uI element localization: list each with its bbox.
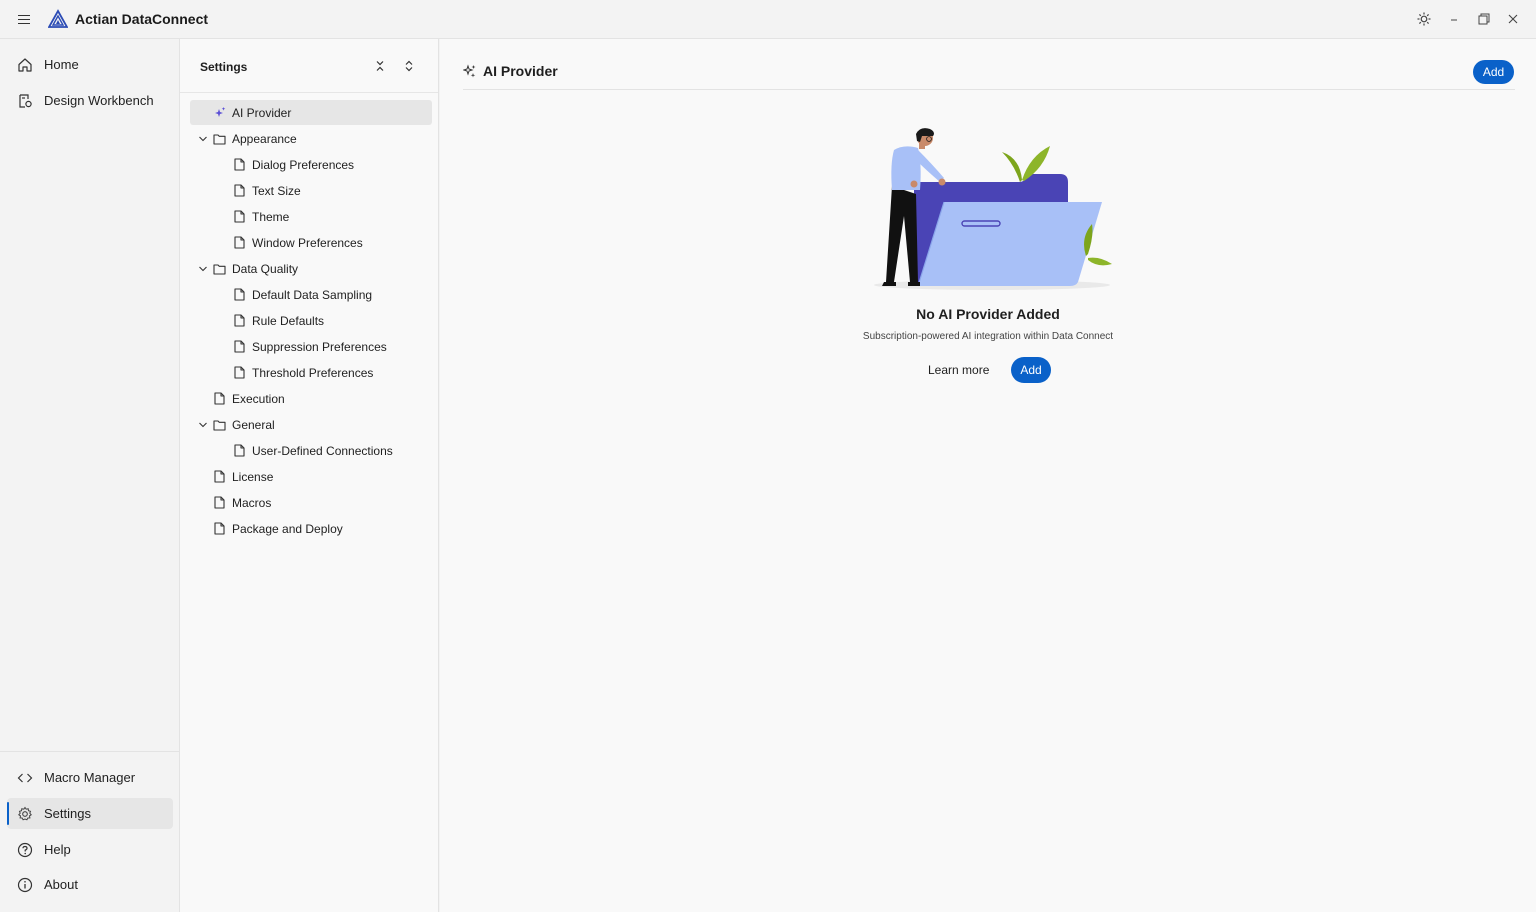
- title-bar: Actian DataConnect: [0, 0, 1536, 39]
- nav-item-label: Home: [44, 57, 79, 72]
- tree-item-label: Package and Deploy: [232, 521, 343, 536]
- sun-icon[interactable]: [1412, 8, 1436, 30]
- file-icon: [212, 496, 226, 510]
- file-icon: [232, 314, 246, 328]
- tree-item-appearance[interactable]: Appearance: [190, 126, 432, 151]
- actian-logo: [48, 9, 68, 28]
- empty-state-subtitle: Subscription-powered AI integration with…: [862, 331, 1114, 342]
- app-title: Actian DataConnect: [75, 11, 209, 27]
- tree-item-label: Data Quality: [232, 261, 299, 276]
- minimize-icon[interactable]: [1442, 8, 1466, 30]
- chevron-down-icon[interactable]: [197, 133, 209, 145]
- learn-more-link[interactable]: Learn more: [928, 363, 989, 377]
- help-icon: [16, 841, 34, 859]
- file-icon: [232, 158, 246, 172]
- file-icon: [232, 210, 246, 224]
- tree-item-user-defined-connections[interactable]: User-Defined Connections: [190, 438, 432, 463]
- chevron-down-icon[interactable]: [197, 419, 209, 431]
- left-navigation: Home Design Workbench Macro Manager Sett…: [0, 39, 180, 912]
- expand-all-icon[interactable]: [401, 58, 417, 74]
- nav-item-label: Macro Manager: [44, 770, 136, 785]
- folder-icon: [212, 262, 226, 276]
- code-icon: [16, 769, 34, 787]
- tree-item-license[interactable]: License: [190, 464, 432, 489]
- tree-item-data-quality[interactable]: Data Quality: [190, 256, 432, 281]
- close-icon[interactable]: [1501, 8, 1525, 30]
- tree-item-label: Rule Defaults: [252, 313, 325, 328]
- tree-item-execution[interactable]: Execution: [190, 386, 432, 411]
- sparkle-icon: [212, 106, 226, 120]
- nav-item-label: Help: [44, 842, 71, 857]
- nav-divider: [0, 751, 180, 752]
- tree-item-text-size[interactable]: Text Size: [190, 178, 432, 203]
- info-icon: [16, 876, 34, 894]
- tree-item-threshold-preferences[interactable]: Threshold Preferences: [190, 360, 432, 385]
- tree-item-macros[interactable]: Macros: [190, 490, 432, 515]
- tree-item-label: Window Preferences: [252, 235, 363, 250]
- nav-item-about[interactable]: About: [7, 869, 173, 900]
- tree-item-label: Execution: [232, 391, 285, 406]
- nav-item-design-workbench[interactable]: Design Workbench: [7, 85, 173, 116]
- tree-item-ai-provider[interactable]: AI Provider: [190, 100, 432, 125]
- nav-item-help[interactable]: Help: [7, 834, 173, 865]
- page-title: AI Provider: [483, 63, 558, 79]
- tree-item-package-and-deploy[interactable]: Package and Deploy: [190, 516, 432, 541]
- file-icon: [212, 522, 226, 536]
- tree-item-label: AI Provider: [232, 105, 292, 120]
- workbench-icon: [16, 92, 34, 110]
- tree-item-label: User-Defined Connections: [252, 443, 393, 458]
- tree-item-label: General: [232, 417, 275, 432]
- tree-item-rule-defaults[interactable]: Rule Defaults: [190, 308, 432, 333]
- settings-tree-header: Settings: [180, 39, 438, 93]
- tree-item-label: Dialog Preferences: [252, 157, 355, 172]
- file-icon: [212, 470, 226, 484]
- settings-tree-panel: Settings AI Provider Appearance Dialog Pre…: [180, 39, 439, 912]
- nav-item-settings[interactable]: Settings: [7, 798, 173, 829]
- chevron-down-icon[interactable]: [197, 263, 209, 275]
- tree-item-suppression-preferences[interactable]: Suppression Preferences: [190, 334, 432, 359]
- empty-state-title: No AI Provider Added: [916, 306, 1060, 322]
- tree-item-default-data-sampling[interactable]: Default Data Sampling: [190, 282, 432, 307]
- tree-item-label: Appearance: [232, 131, 297, 146]
- file-icon: [232, 288, 246, 302]
- nav-item-home[interactable]: Home: [7, 49, 173, 80]
- tree-item-label: Macros: [232, 495, 272, 510]
- tree-item-label: Suppression Preferences: [252, 339, 387, 354]
- settings-tree-title: Settings: [200, 60, 248, 74]
- nav-item-label: About: [44, 877, 78, 892]
- file-icon: [232, 444, 246, 458]
- main-content: AI Provider Add No AI Provider Added Sub…: [440, 39, 1536, 912]
- tree-item-label: Theme: [252, 209, 290, 224]
- file-icon: [232, 366, 246, 380]
- nav-item-label: Design Workbench: [44, 93, 154, 108]
- gear-icon: [16, 805, 34, 823]
- add-ai-provider-button[interactable]: Add: [1011, 357, 1051, 383]
- tree-item-theme[interactable]: Theme: [190, 204, 432, 229]
- collapse-all-icon[interactable]: [372, 58, 388, 74]
- home-icon: [16, 56, 34, 74]
- tree-item-window-preferences[interactable]: Window Preferences: [190, 230, 432, 255]
- folder-icon: [212, 418, 226, 432]
- main-header: AI Provider Add: [463, 59, 1515, 90]
- file-icon: [232, 236, 246, 250]
- folder-icon: [212, 132, 226, 146]
- tree-item-dialog-preferences[interactable]: Dialog Preferences: [190, 152, 432, 177]
- tree-item-general[interactable]: General: [190, 412, 432, 437]
- hamburger-menu-icon[interactable]: [16, 12, 32, 26]
- nav-item-macro-manager[interactable]: Macro Manager: [7, 762, 173, 793]
- nav-item-label: Settings: [44, 806, 91, 821]
- add-provider-button[interactable]: Add: [1473, 60, 1514, 84]
- tree-item-label: License: [232, 469, 274, 484]
- file-icon: [212, 392, 226, 406]
- tree-item-label: Text Size: [252, 183, 301, 198]
- file-icon: [232, 184, 246, 198]
- sparkle-icon: [463, 64, 476, 78]
- tree-item-label: Threshold Preferences: [252, 365, 374, 380]
- restore-icon[interactable]: [1472, 8, 1496, 30]
- file-icon: [232, 340, 246, 354]
- tree-item-label: Default Data Sampling: [252, 287, 373, 302]
- empty-state-illustration: [874, 128, 1112, 290]
